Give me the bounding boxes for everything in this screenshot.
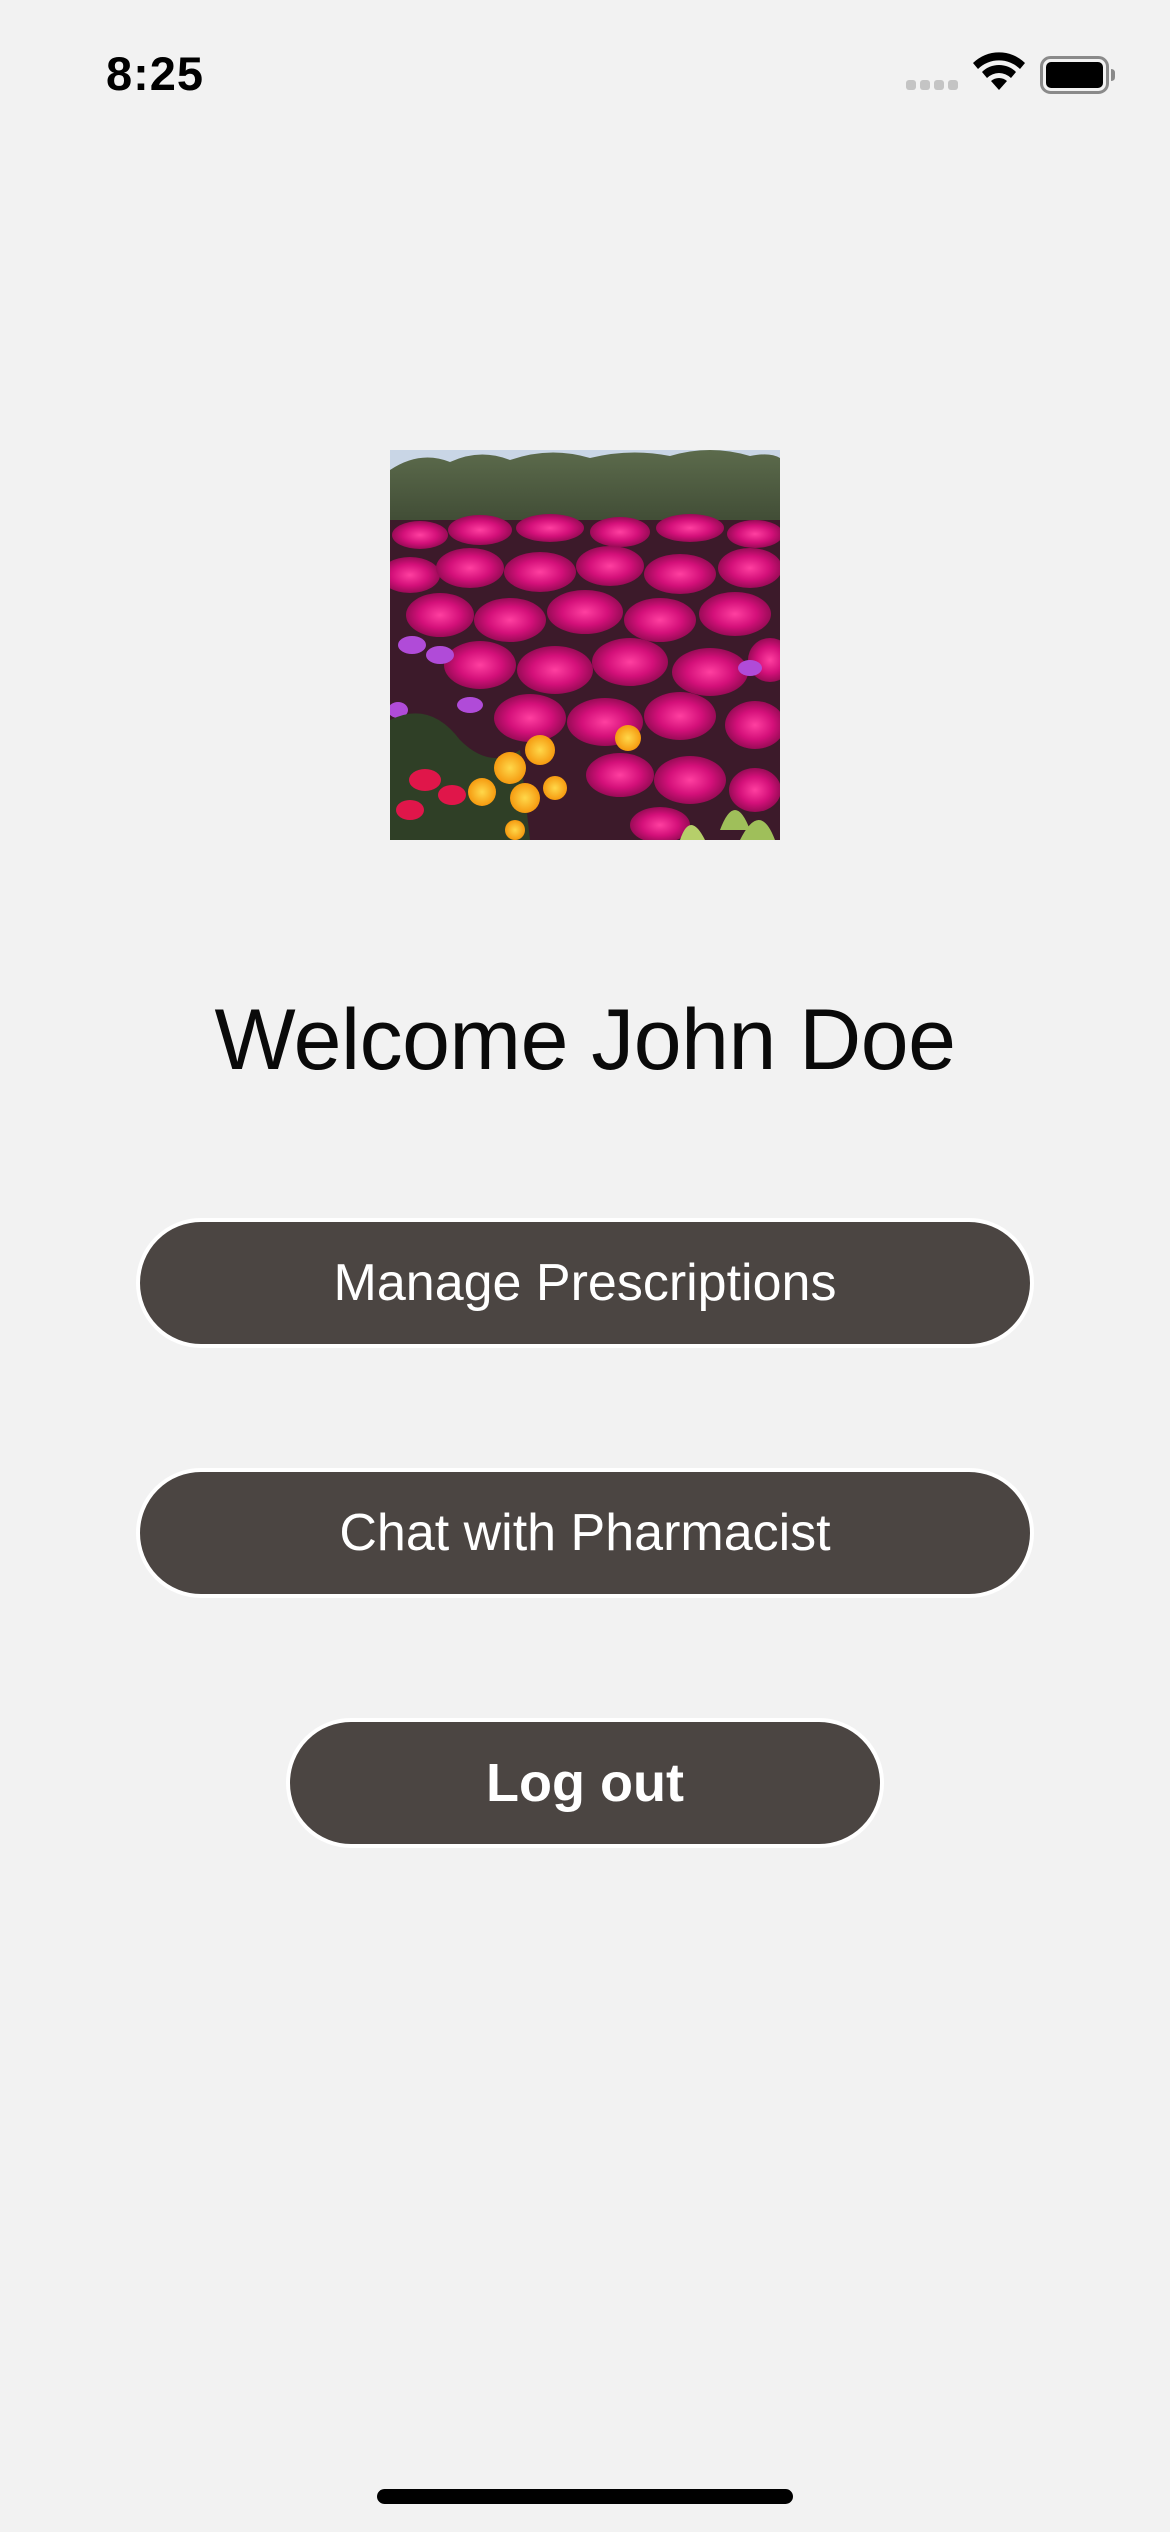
chat-with-pharmacist-button[interactable]: Chat with Pharmacist	[136, 1468, 1034, 1598]
battery-icon	[1040, 56, 1115, 94]
flower-photo-icon	[390, 450, 780, 840]
chat-with-pharmacist-label: Chat with Pharmacist	[339, 1504, 831, 1562]
status-time: 8:25	[106, 47, 205, 100]
wifi-icon	[973, 52, 1025, 90]
manage-prescriptions-button[interactable]: Manage Prescriptions	[136, 1218, 1034, 1348]
logout-label: Log out	[486, 1753, 684, 1813]
signal-icon	[906, 80, 958, 92]
flower-image	[390, 450, 780, 840]
logout-button[interactable]: Log out	[286, 1718, 884, 1848]
welcome-title: Welcome John Doe	[214, 992, 956, 1088]
manage-prescriptions-label: Manage Prescriptions	[333, 1254, 837, 1312]
status-bar: 8:25	[0, 0, 1170, 150]
home-indicator[interactable]	[377, 2489, 793, 2504]
